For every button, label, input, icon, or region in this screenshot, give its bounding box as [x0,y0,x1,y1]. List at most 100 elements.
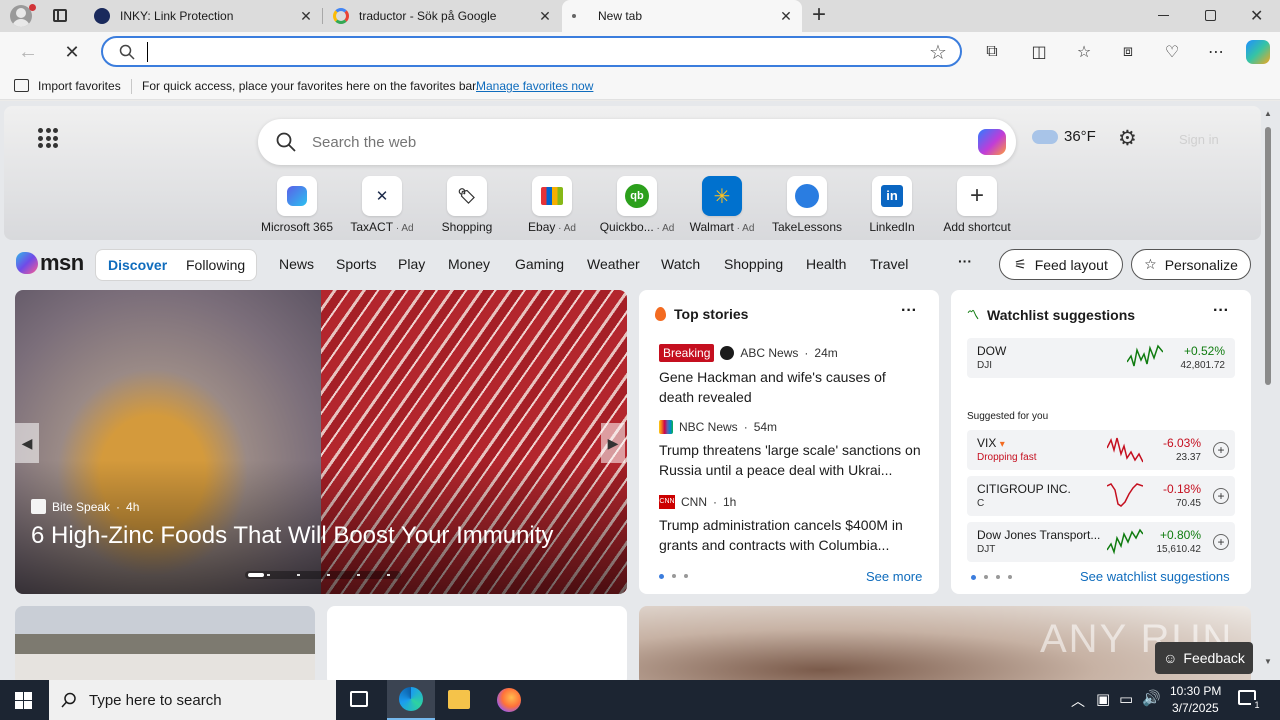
browser-essentials-icon[interactable]: ♡ [1157,37,1187,67]
hero-carousel-card[interactable]: ◀ ▶ Bite Speak · 4h 6 High-Zinc Foods Th… [15,290,627,594]
copilot-icon[interactable] [1246,40,1270,64]
carousel-next-button[interactable]: ▶ [601,423,625,463]
close-tab-icon[interactable]: ✕ [778,8,794,24]
nav-weather[interactable]: Weather [587,256,640,272]
volume-icon[interactable]: 🔊 [1142,689,1161,707]
shortcut-taxact[interactable]: ✕ TaxACT · Ad [339,176,425,234]
restore-icon[interactable] [1205,10,1216,21]
address-input[interactable] [147,42,907,62]
news-card-military[interactable] [15,606,315,680]
add-to-watchlist-button[interactable]: + [1213,442,1229,458]
shortcut-takelessons[interactable]: TakeLessons [764,176,850,234]
shortcut-walmart[interactable]: ✳ Walmart · Ad [679,176,765,234]
tray-chevron-icon[interactable]: ︿ [1071,691,1085,711]
pager-dots[interactable] [971,575,1012,580]
nav-gaming[interactable]: Gaming [515,256,564,272]
firefox-icon[interactable] [497,688,521,712]
stock-row-citigroup[interactable]: CITIGROUP INC. C -0.18% 70.45 + [967,476,1235,516]
nav-news[interactable]: News [279,256,314,272]
feed-layout-button[interactable]: ⚟ Feed layout [999,249,1123,280]
sparkline-up [1107,528,1143,555]
edge-taskbar-icon[interactable] [387,680,435,720]
close-tab-icon[interactable]: ✕ [298,8,314,24]
add-to-watchlist-button[interactable]: + [1213,534,1229,550]
tab-discover[interactable]: Discover [108,257,167,273]
minimize-icon[interactable] [1158,15,1169,16]
copilot-search-icon[interactable] [978,129,1006,155]
windows-start-icon[interactable] [15,692,32,709]
shortcut-add[interactable]: + Add shortcut [934,176,1020,234]
page-scrollbar[interactable]: ▲ ▼ [1262,109,1274,669]
story-headline[interactable]: Trump threatens 'large scale' sanctions … [659,440,923,480]
import-favorites-icon[interactable] [14,79,29,92]
see-more-link[interactable]: See more [866,569,922,584]
news-card-blank[interactable] [327,606,627,680]
split-screen-icon[interactable]: ◫ [1024,37,1054,67]
nav-money[interactable]: Money [448,256,490,272]
watchlist-card: 〽 Watchlist suggestions ··· DOW DJI +0.5… [951,290,1251,594]
tab-following[interactable]: Following [186,257,245,273]
new-tab-button[interactable]: + [808,2,830,28]
taskbar-search-box[interactable]: Type here to search [49,680,336,720]
card-more-icon[interactable]: ··· [1213,302,1229,320]
nav-shopping[interactable]: Shopping [724,256,783,272]
see-watchlist-link[interactable]: See watchlist suggestions [1080,569,1230,584]
taxact-icon: ✕ [362,176,402,216]
clock-date[interactable]: 3/7/2025 [1172,701,1219,715]
tray-device-icon[interactable]: ▣ [1096,690,1110,708]
carousel-prev-button[interactable]: ◀ [15,423,39,463]
feedback-button[interactable]: ☺ Feedback [1155,642,1253,674]
file-explorer-icon[interactable] [448,690,470,709]
close-window-icon[interactable]: ✕ [1250,6,1263,26]
story-headline[interactable]: Gene Hackman and wife's causes of death … [659,367,923,407]
stock-row-dow[interactable]: DOW DJI +0.52% 42,801.72 [967,338,1235,378]
card-more-icon[interactable]: ··· [901,302,917,320]
web-search-input[interactable] [312,131,932,153]
stop-loading-icon[interactable]: ✕ [57,37,87,67]
back-arrow-icon[interactable]: ← [13,37,43,67]
web-search-box[interactable] [258,119,1016,165]
story-age: 24m [814,346,838,360]
stock-row-vix[interactable]: VIX ▾ Dropping fast -6.03% 23.37 + [967,430,1235,470]
hero-headline[interactable]: 6 High-Zinc Foods That Will Boost Your I… [31,522,553,550]
tab-google[interactable]: traductor - Sök på Google ✕ [323,0,561,32]
network-icon[interactable]: ▭ [1119,690,1133,708]
nav-play[interactable]: Play [398,256,425,272]
shortcut-microsoft-365[interactable]: Microsoft 365 [254,176,340,234]
apps-launcher-icon[interactable] [38,128,58,148]
import-favorites-button[interactable]: Import favorites [38,79,121,93]
nav-more-icon[interactable]: ··· [958,253,972,269]
more-menu-icon[interactable]: ⋯ [1201,37,1231,67]
task-view-icon[interactable] [350,691,368,707]
shortcut-ebay[interactable]: Ebay · Ad [509,176,595,234]
favorites-icon[interactable]: ☆ [1069,37,1099,67]
story-headline[interactable]: Trump administration cancels $400M in gr… [659,515,923,555]
sign-in-button[interactable]: Sign in [1179,132,1219,147]
scrollbar-thumb[interactable] [1265,127,1271,385]
msn-logo[interactable]: msn [16,250,84,276]
pager-dots[interactable] [659,574,688,579]
favorite-star-icon[interactable]: ☆ [929,40,947,65]
tab-inky[interactable]: INKY: Link Protection ✕ [82,0,322,32]
weather-widget[interactable]: 36°F [1032,128,1096,145]
tab-actions-icon[interactable] [53,9,67,22]
close-tab-icon[interactable]: ✕ [537,8,553,24]
manage-favorites-link[interactable]: Manage favorites now [476,79,593,93]
clock-time[interactable]: 10:30 PM [1170,684,1221,698]
personalize-button[interactable]: ☆ Personalize [1131,249,1251,280]
nav-travel[interactable]: Travel [870,256,908,272]
settings-gear-icon[interactable]: ⚙ [1118,126,1137,151]
address-bar[interactable]: ☆ [101,36,962,67]
nav-watch[interactable]: Watch [661,256,700,272]
tab-new-tab[interactable]: New tab ✕ [562,0,802,32]
nav-health[interactable]: Health [806,256,846,272]
shortcut-shopping[interactable]: 🏷 Shopping [424,176,510,234]
extensions-icon[interactable]: ⧉ [977,37,1007,67]
add-to-watchlist-button[interactable]: + [1213,488,1229,504]
nav-sports[interactable]: Sports [336,256,376,272]
stock-row-djt[interactable]: Dow Jones Transport... DJT +0.80% 15,610… [967,522,1235,562]
shortcut-linkedin[interactable]: in LinkedIn [849,176,935,234]
collections-icon[interactable]: ⧈ [1113,37,1143,67]
shortcut-label: TaxACT [350,220,394,234]
shortcut-quickbooks[interactable]: qb Quickbo... · Ad [594,176,680,234]
